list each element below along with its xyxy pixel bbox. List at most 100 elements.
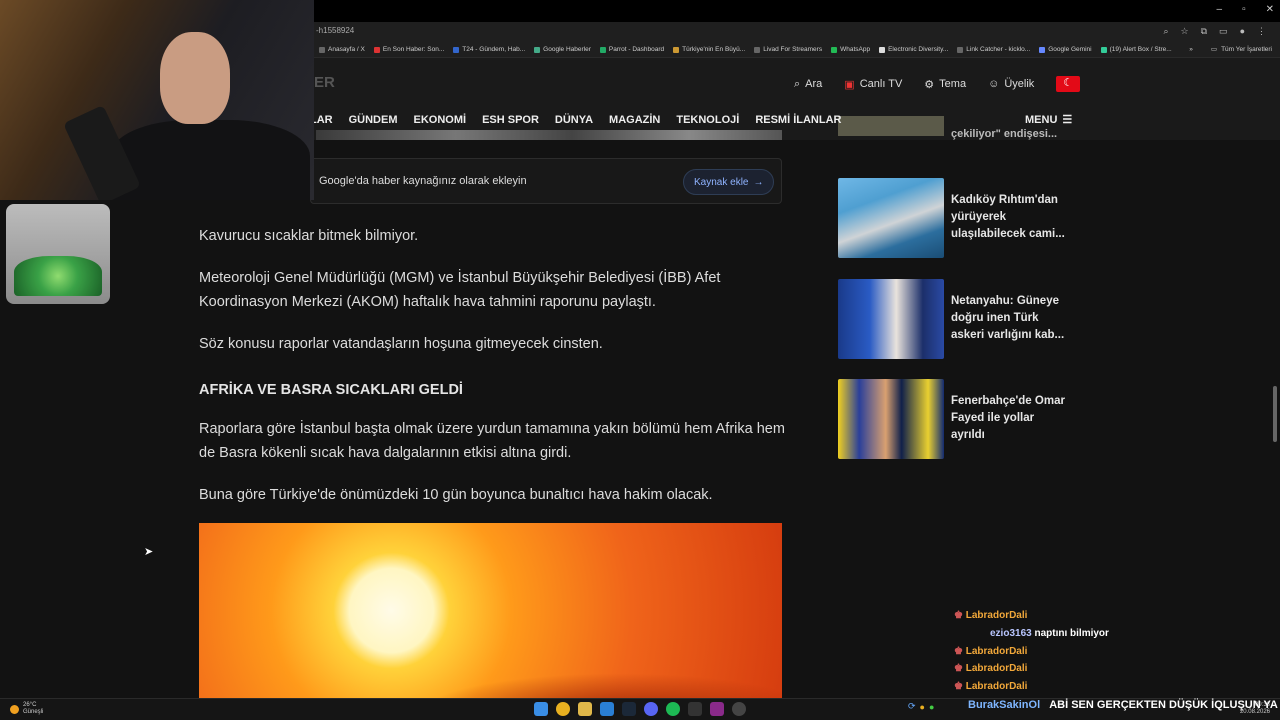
bookmark[interactable]: Parrot - Dashboard: [599, 46, 664, 53]
news-thumbnail[interactable]: [838, 279, 944, 359]
discord-icon[interactable]: [644, 702, 658, 716]
bookmark[interactable]: T24 - Gündem, Hab...: [453, 46, 525, 53]
zoom-icon[interactable]: ⌕: [1163, 26, 1168, 37]
bookmark-icon: [1100, 46, 1107, 53]
sidebar-icon[interactable]: ▭: [1219, 26, 1228, 37]
add-source-label: Kaynak ekle: [694, 176, 749, 188]
star-icon[interactable]: ☆: [1181, 26, 1189, 37]
search-link[interactable]: ⌕ Ara: [794, 78, 822, 91]
sidebar-thumb-partial[interactable]: [838, 116, 944, 136]
news-thumbnail[interactable]: [838, 178, 944, 258]
all-bookmarks-link[interactable]: Tüm Yer İşaretleri: [1221, 46, 1272, 53]
bookmark[interactable]: (19) Alert Box / Stre...: [1100, 46, 1172, 53]
bookmark[interactable]: Türkiye'nin En Büyü...: [673, 46, 745, 53]
menu-label: MENU: [1025, 113, 1058, 126]
theme-link[interactable]: ⚙ Tema: [924, 78, 966, 91]
close-button[interactable]: ✕: [1266, 4, 1274, 15]
site-logo[interactable]: ER: [314, 74, 335, 91]
nav-item-gundem[interactable]: GÜNDEM: [349, 114, 398, 126]
article-paragraph: Söz konusu raporlar vatandaşların hoşuna…: [199, 336, 603, 352]
weather-text: 26°C Güneşli: [23, 702, 43, 716]
add-source-button[interactable]: Kaynak ekle →: [683, 169, 775, 195]
bookmark[interactable]: Link Catcher - kicklo...: [957, 46, 1030, 53]
chat-line: ♚ LabradorDali: [954, 646, 1027, 657]
taskbar-apps: [534, 702, 746, 716]
minimize-button[interactable]: –: [1217, 4, 1223, 15]
extensions-icon[interactable]: ⧉: [1201, 26, 1207, 37]
app-icon[interactable]: [600, 702, 614, 716]
bookmark[interactable]: Livad For Streamers: [754, 46, 822, 53]
bookmark-label: Google Haberler: [543, 46, 591, 53]
chat-line: ezio3163 naptını bilmiyor: [990, 628, 1109, 639]
sun-icon: [10, 704, 19, 714]
nav-item-spor[interactable]: ESH SPOR: [482, 114, 539, 126]
nav-item-teknoloji[interactable]: TEKNOLOJİ: [676, 114, 739, 126]
bookmark-icon: [957, 46, 964, 53]
menu-button[interactable]: MENU ☰: [1025, 113, 1072, 127]
bookmarks-more-button[interactable]: »: [1189, 46, 1193, 53]
article-paragraph: Kavurucu sıcaklar bitmek bilmiyor.: [199, 228, 419, 244]
news-title[interactable]: Fenerbahçe'de Omar Fayed ile yollar ayrı…: [951, 393, 1069, 444]
article-paragraph: Buna göre Türkiye'de önümüzdeki 10 gün b…: [199, 487, 713, 503]
tray-icon[interactable]: ⟳: [908, 701, 916, 712]
mouse-cursor-icon: ➤: [144, 546, 154, 558]
chat-line: ♚ LabradorDali: [954, 681, 1027, 692]
site-header: ER ⌕ Ara ▣ Canlı TV ⚙ Tema ☺ Üyelik LAR GÜND…: [310, 58, 1280, 140]
maximize-button[interactable]: ▫: [1242, 4, 1246, 15]
weather-widget[interactable]: 26°C Güneşli: [10, 702, 43, 716]
obs-icon[interactable]: [710, 702, 724, 716]
news-thumbnail[interactable]: [838, 379, 944, 459]
article-paragraph: Raporlara göre İstanbul başta olmak üzer…: [199, 421, 785, 461]
bookmark[interactable]: Electronic Diversity...: [879, 46, 948, 53]
sidebar-news-card[interactable]: Fenerbahçe'de Omar Fayed ile yollar ayrı…: [838, 379, 1078, 459]
ticker-username: BurakSakinOl: [968, 699, 1041, 711]
scrollbar-thumb[interactable]: [1273, 386, 1277, 442]
app-icon[interactable]: [688, 702, 702, 716]
url-icons: ⌕ ☆ ⧉ ▭ ● ⋮: [1163, 26, 1266, 37]
webcam-overlay: [0, 0, 314, 200]
bookmark[interactable]: Google Haberler: [534, 46, 591, 53]
header-actions: ⌕ Ara ▣ Canlı TV ⚙ Tema ☺ Üyelik: [794, 76, 1081, 92]
start-icon[interactable]: [534, 702, 548, 716]
search-label: Ara: [805, 78, 823, 90]
sidebar-news-card[interactable]: Kadıköy Rıhtım'dan yürüyerek ulaşılabile…: [838, 178, 1078, 258]
steam-icon[interactable]: [622, 702, 636, 716]
url-text[interactable]: -h1558924: [316, 26, 354, 35]
streamer-body: [110, 120, 310, 200]
chrome-icon[interactable]: [556, 702, 570, 716]
system-tray: ⟳ ● ●: [908, 701, 934, 712]
bookmark-label: (19) Alert Box / Stre...: [1109, 46, 1172, 53]
nav-item-magazin[interactable]: MAGAZİN: [609, 114, 660, 126]
nav-item-dunya[interactable]: DÜNYA: [555, 114, 593, 126]
app-icon[interactable]: [732, 702, 746, 716]
page-scrollbar[interactable]: [1272, 60, 1278, 700]
nav-item-ekonomi[interactable]: EKONOMİ: [414, 114, 467, 126]
sidebar-title-partial[interactable]: çekiliyor" endişesi...: [951, 128, 1057, 140]
more-icon[interactable]: ⋮: [1257, 26, 1266, 37]
gear-icon: ⚙: [924, 78, 935, 91]
tip-jar-widget: [6, 204, 110, 304]
chat-line: ♚ LabradorDali: [954, 663, 1027, 674]
chat-username: ezio3163: [990, 628, 1032, 639]
bookmark[interactable]: Google Gemini: [1039, 46, 1092, 53]
nav-item-resmi-ilanlar[interactable]: RESMİ İLANLAR: [755, 114, 841, 126]
address-bar[interactable]: -h1558924 ⌕ ☆ ⧉ ▭ ● ⋮: [310, 22, 1280, 42]
spotify-icon[interactable]: [666, 702, 680, 716]
bookmark[interactable]: Anasayfa / X: [319, 46, 365, 53]
live-tv-link[interactable]: ▣ Canlı TV: [844, 78, 902, 91]
weather-desc: Güneşli: [23, 709, 44, 715]
bookmark-label: Livad For Streamers: [763, 46, 823, 53]
badge-icon: ♚: [954, 610, 966, 621]
main-nav: LAR GÜNDEM EKONOMİ ESH SPOR DÜNYA MAGAZİ…: [310, 114, 841, 126]
news-title[interactable]: Netanyahu: Güneye doğru inen Türk askeri…: [951, 293, 1069, 344]
turkey-flag-icon[interactable]: [1056, 76, 1081, 92]
profile-icon[interactable]: ●: [1240, 26, 1245, 37]
explorer-icon[interactable]: [578, 702, 592, 716]
sidebar-news-card[interactable]: Netanyahu: Güneye doğru inen Türk askeri…: [838, 279, 1078, 359]
bookmark[interactable]: En Son Haber: Son...: [373, 46, 444, 53]
news-title[interactable]: Kadıköy Rıhtım'dan yürüyerek ulaşılabile…: [951, 192, 1069, 243]
member-link[interactable]: ☺ Üyelik: [988, 78, 1034, 90]
tray-icon[interactable]: ●: [920, 702, 925, 712]
tray-icon[interactable]: ●: [929, 702, 934, 712]
bookmark[interactable]: WhatsApp: [831, 46, 870, 53]
